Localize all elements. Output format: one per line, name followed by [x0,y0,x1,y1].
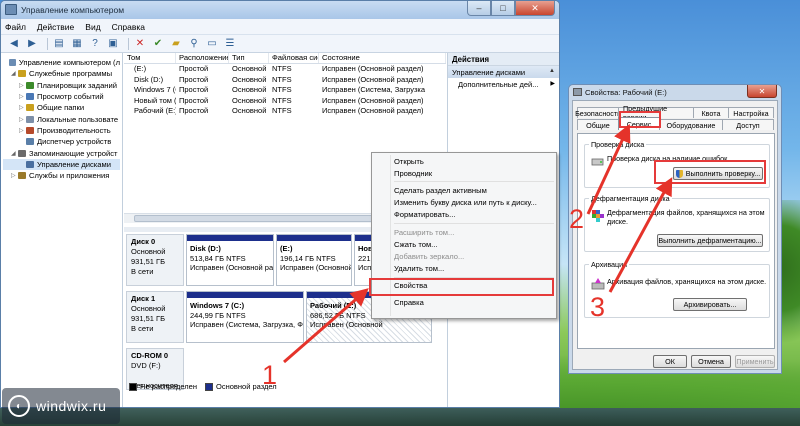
watermark-icon: ◐ [8,395,30,417]
step-number-1: 1 [262,360,278,390]
taskbar [0,408,800,426]
arrow-1 [283,288,369,364]
step-number-2: 2 [569,204,585,234]
watermark-logo: ◐ windwix.ru [2,388,120,424]
arrow-3 [608,177,673,293]
step-number-3: 3 [590,292,606,322]
arrow-2 [586,123,631,215]
watermark-text: windwix.ru [36,398,107,414]
annotation-arrows [283,123,673,364]
